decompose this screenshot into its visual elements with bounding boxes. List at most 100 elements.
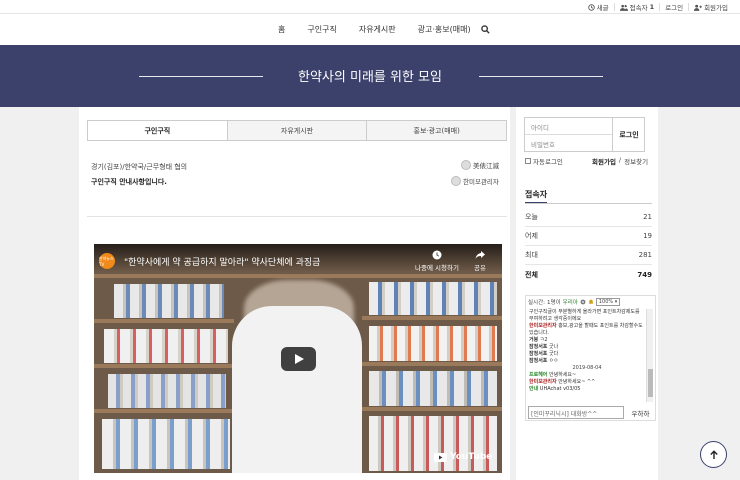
bell-icon[interactable] — [588, 299, 594, 305]
post-title-link[interactable]: 구인구직 안내사항입니다. — [91, 177, 167, 187]
sender-name[interactable]: 프로헤어 — [529, 372, 547, 378]
chat-widget: 실시간: 1명이 우리아 100% ▾ 구인구직글이 무분별하게 올라가면 포인… — [525, 295, 656, 421]
row-label: 어제 — [525, 232, 538, 240]
video-player[interactable]: 한약뉴스TV "한약사에게 약 공급하지 말아라" 약사단체에 과징금 나중에 … — [94, 244, 502, 473]
message-text: ㅋ2 — [539, 337, 548, 343]
share-label: 공유 — [474, 264, 486, 272]
author-name: 美俵江滅 — [473, 162, 499, 170]
visitors-link[interactable]: 접속자 1 — [619, 2, 655, 12]
nav-item-home[interactable]: 홈 — [278, 24, 285, 35]
chat-date: 2019-08-04 — [572, 365, 602, 371]
medicine-boxes — [369, 371, 497, 406]
share-button[interactable]: 공유 — [466, 250, 494, 272]
sender-name[interactable]: 잠정서포 — [529, 344, 547, 350]
youtube-icon — [434, 452, 447, 462]
nav-item-ads[interactable]: 광고·홍보(매매) — [418, 24, 471, 35]
row-label: 전체 — [525, 270, 538, 279]
tab-free-board[interactable]: 자유게시판 — [226, 121, 367, 140]
chat-messages: 구인구직글이 무분별하게 올라가면 포인트차감제도를 부여하려고 생각중이에요 … — [529, 309, 645, 393]
chat-message: 잠정서포 굿다 — [529, 351, 645, 358]
chat-input[interactable]: [인미꾸리닉시] 대화방^^ — [528, 406, 624, 419]
new-posts-link[interactable]: 새글 — [587, 2, 609, 12]
post-title-link[interactable]: 경기(김포)/한약국/근무형태 협의 — [91, 162, 187, 172]
sender-name[interactable]: 잠정서포 — [529, 358, 547, 364]
tab-jobs[interactable]: 구인구직 — [88, 121, 227, 140]
shelf — [94, 274, 502, 278]
sender-name[interactable]: 거붕 — [529, 337, 538, 343]
medicine-boxes — [369, 416, 497, 471]
login-link[interactable]: 로그인 — [665, 2, 683, 12]
row-label: 오늘 — [525, 213, 538, 221]
zoom-select[interactable]: 100% ▾ — [595, 298, 621, 306]
board-tabs: 구인구직 자유게시판 홍보·광고(매매) — [87, 120, 507, 141]
message-text: ㅇㅇ — [549, 358, 559, 364]
join-link[interactable]: 회원가입 — [592, 156, 616, 166]
pharmacist-figure — [232, 306, 362, 473]
top-utility-bar: 새글 접속자 1 로그인 회원가입 — [0, 0, 740, 14]
row-value: 19 — [643, 232, 652, 240]
password-input[interactable]: 비밀번호 — [525, 135, 613, 152]
separator — [688, 3, 690, 11]
nav-item-free-board[interactable]: 자유게시판 — [359, 24, 396, 35]
auto-login-label: 자동로그인 — [533, 158, 563, 166]
scroll-to-top-button[interactable] — [700, 441, 727, 468]
youtube-logo[interactable]: YouTube — [434, 452, 492, 462]
sender-name[interactable]: 안내 — [529, 386, 538, 392]
author-name: 한미모관리자 — [463, 178, 499, 186]
hero-banner: 한약사의 미래를 위한 모임 — [0, 45, 740, 107]
login-box: 아이디 비밀번호 로그인 — [524, 117, 645, 152]
online-user[interactable]: 우리아 — [563, 298, 578, 306]
nav-item-jobs[interactable]: 구인구직 — [307, 24, 336, 35]
sender-name[interactable]: 한미모관리자 — [529, 379, 557, 385]
row-value: 749 — [637, 270, 652, 279]
message-text: 안녕하세요~ — [549, 372, 577, 378]
checkbox[interactable] — [525, 158, 531, 164]
row-value: 21 — [643, 213, 652, 221]
chat-message: 구인구직글이 무분별하게 올라가면 포인트차감제도를 부여하려고 생각중이에요 — [529, 309, 640, 322]
clock-icon — [432, 250, 442, 260]
chat-message: 잠정서포 ㅇㅇ — [529, 358, 645, 365]
chat-scrollbar[interactable] — [646, 309, 653, 402]
id-input[interactable]: 아이디 — [525, 118, 613, 135]
settings-icon[interactable] — [580, 299, 586, 305]
join-label: 회원가입 — [704, 4, 728, 12]
video-title[interactable]: "한약사에게 약 공급하지 말아라" 약사단체에 과징금 — [124, 255, 320, 268]
join-link[interactable]: 회원가입 — [694, 2, 728, 12]
users-icon — [619, 4, 628, 11]
user-plus-icon — [694, 4, 703, 11]
zoom-value: 100% — [598, 299, 614, 305]
visitor-row-yesterday: 어제 19 — [525, 227, 652, 246]
separator — [659, 3, 661, 11]
medicine-boxes — [114, 284, 224, 318]
chat-message: 안내 UHAchat v03/05 — [529, 386, 645, 393]
watch-later-button[interactable]: 나중에 시청하기 — [412, 250, 462, 272]
find-info-link[interactable]: 정보찾기 — [624, 156, 648, 166]
channel-logo[interactable]: 한약뉴스TV — [99, 253, 115, 269]
nav-items: 홈 구인구직 자유게시판 광고·홍보(매매) — [278, 24, 471, 35]
scroll-thumb[interactable] — [648, 369, 653, 397]
sender-name[interactable]: 한미모관리자 — [529, 323, 557, 329]
auto-login-checkbox[interactable]: 자동로그인 — [525, 156, 563, 166]
shelf — [94, 319, 234, 323]
post-author[interactable]: 美俵江滅 — [461, 160, 499, 170]
visitor-row-max: 최대 281 — [525, 246, 652, 265]
avatar — [461, 160, 471, 170]
divider — [87, 216, 507, 217]
new-posts-label: 새글 — [596, 4, 609, 12]
sidebar: 아이디 비밀번호 로그인 자동로그인 회원가입 / 정보찾기 접속자 오늘 21… — [516, 107, 658, 480]
post-author[interactable]: 한미모관리자 — [451, 176, 499, 186]
tab-ads[interactable]: 홍보·광고(매매) — [366, 121, 507, 140]
shelf — [362, 362, 502, 366]
search-icon[interactable] — [481, 25, 490, 34]
watch-later-label: 나중에 시청하기 — [415, 264, 459, 272]
chat-message: 프로헤어 안녕하세요~ — [529, 372, 645, 379]
login-button[interactable]: 로그인 — [613, 118, 645, 152]
visitors-count: 1 — [649, 3, 655, 11]
message-text: UHAchat v03/05 — [539, 386, 581, 392]
medicine-boxes — [104, 329, 228, 363]
online-count: 1명이 — [547, 300, 561, 306]
sender-name[interactable]: 잠정서포 — [529, 351, 547, 357]
chat-send-button[interactable]: 우하하 — [627, 406, 654, 419]
play-button[interactable] — [281, 347, 316, 371]
chat-message: 잠정서포 굿나 — [529, 344, 645, 351]
